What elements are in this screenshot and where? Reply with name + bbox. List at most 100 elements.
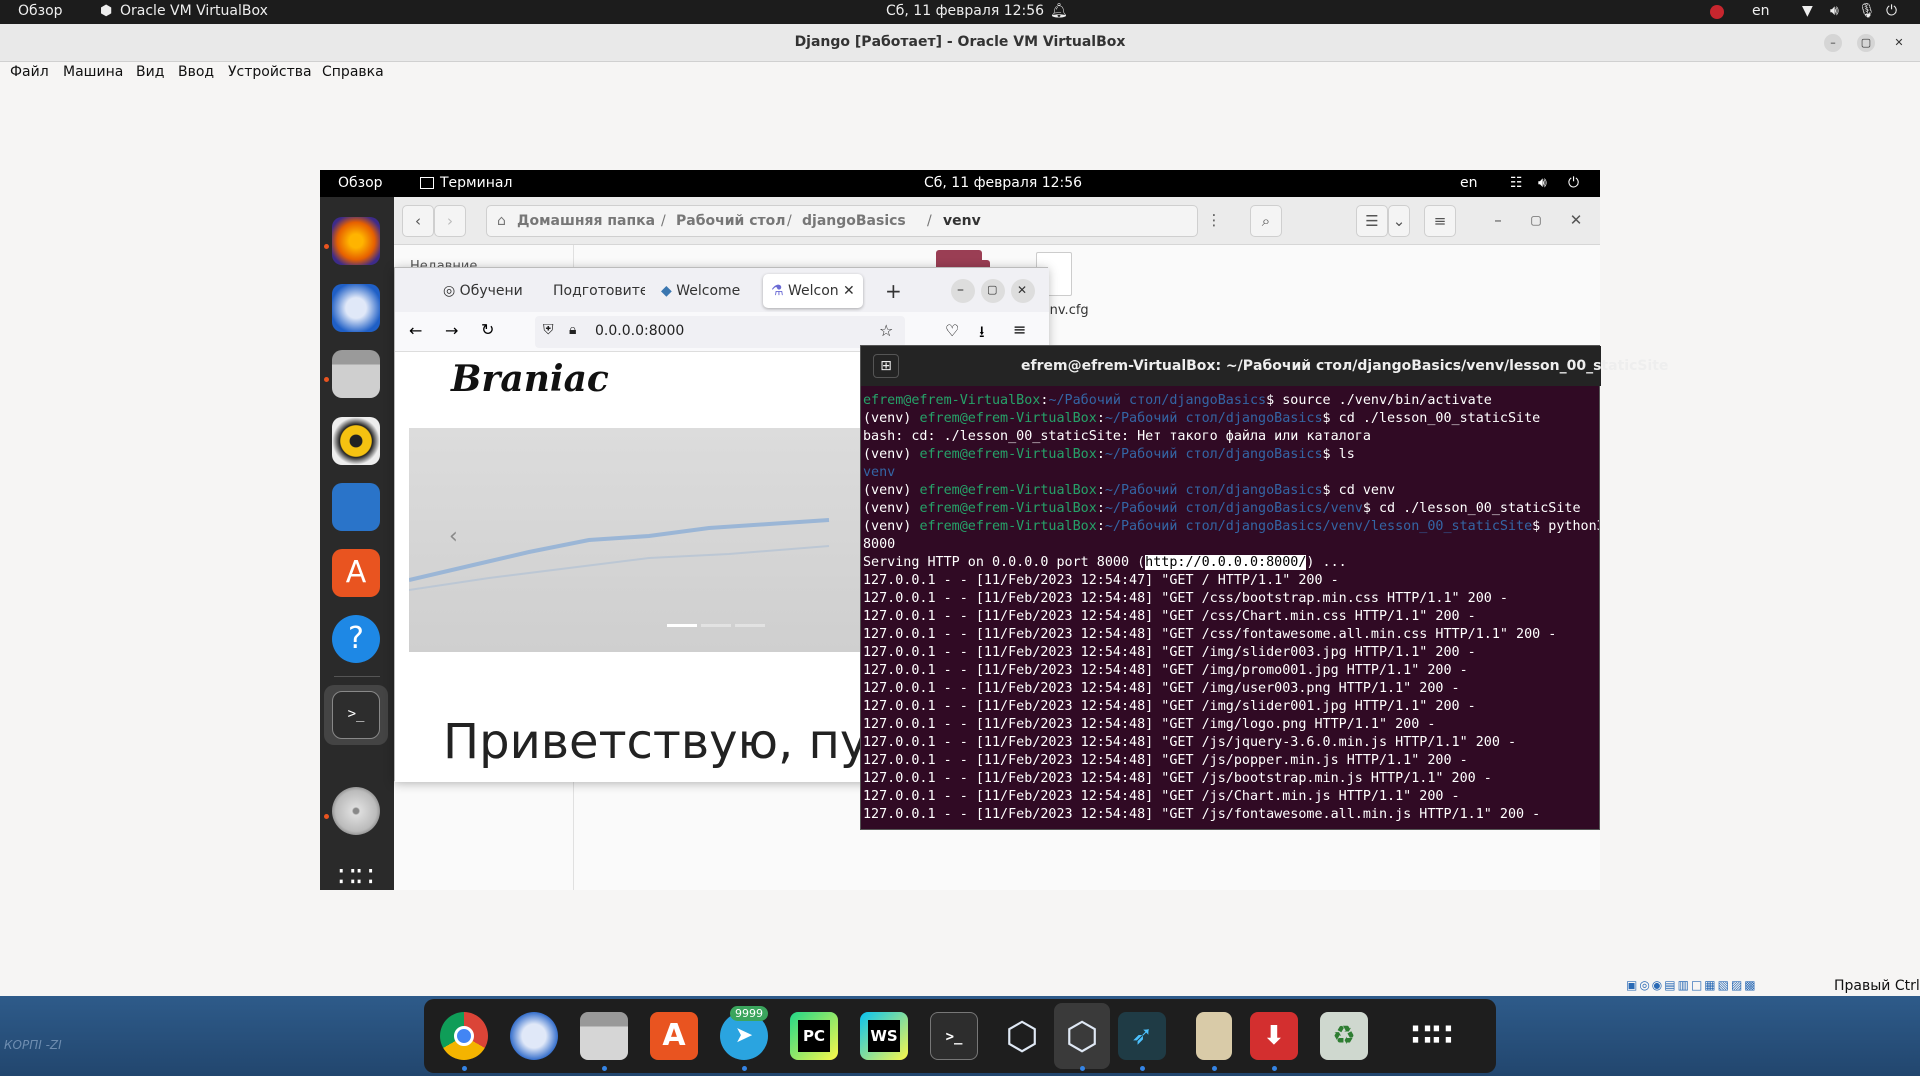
menu-input[interactable]: Ввод bbox=[178, 64, 214, 80]
install-icon[interactable]: ⬇ bbox=[1250, 1012, 1298, 1060]
tab-2[interactable]: Подготовите bbox=[545, 274, 645, 308]
vm-activities-button[interactable]: Обзор bbox=[338, 175, 383, 191]
vm-active-app[interactable]: Терминал bbox=[440, 175, 512, 191]
view-options-button[interactable]: ⌄ bbox=[1388, 205, 1410, 237]
software-icon[interactable]: A bbox=[650, 1012, 698, 1060]
path-menu-button[interactable]: ⋮ bbox=[1198, 205, 1230, 237]
terminal-segment: 127.0.0.1 - - [11/Feb/2023 12:54:48] "GE… bbox=[863, 699, 1476, 714]
shield-icon[interactable]: ⛨ bbox=[543, 322, 554, 338]
help-icon[interactable]: ? bbox=[332, 615, 380, 663]
terminal-line: efrem@efrem-VirtualBox:~/Рабочий стол/dj… bbox=[863, 392, 1599, 410]
terminal-segment: 127.0.0.1 - - [11/Feb/2023 12:54:48] "GE… bbox=[863, 807, 1541, 822]
clock[interactable]: Сб, 11 февраля 12:56 bbox=[886, 3, 1044, 19]
terminal-segment: (venv) bbox=[863, 411, 920, 426]
files-icon[interactable] bbox=[580, 1012, 628, 1060]
carousel-indicator[interactable] bbox=[735, 624, 765, 627]
vm-volume-icon[interactable]: 🔊︎ bbox=[1538, 175, 1547, 191]
tab-1[interactable]: ◎ Обучени bbox=[435, 274, 535, 308]
new-tab-button[interactable]: + bbox=[877, 274, 907, 308]
carousel-indicator[interactable] bbox=[701, 624, 731, 627]
activities-button[interactable]: Обзор bbox=[18, 3, 63, 19]
crumb-desktop[interactable]: Рабочий стол bbox=[676, 213, 786, 229]
webstorm-icon[interactable]: WS bbox=[860, 1012, 908, 1060]
virtualbox-icon[interactable]: ⬡ bbox=[998, 1012, 1046, 1060]
search-button[interactable]: ⌕ bbox=[1250, 205, 1282, 237]
pocket-icon[interactable]: ♡ bbox=[945, 321, 959, 340]
pycharm-icon[interactable]: PC bbox=[790, 1012, 838, 1060]
menu-button[interactable]: ≡ bbox=[1424, 205, 1456, 237]
tab-4-active[interactable]: ⚗︎ Welcon ✕ bbox=[763, 274, 863, 308]
maximize-button[interactable]: ▢ bbox=[1857, 34, 1875, 52]
writer-icon[interactable] bbox=[332, 483, 380, 531]
virtualbox-active-icon[interactable]: ⬡ bbox=[1058, 1012, 1106, 1060]
menu-file[interactable]: Файл bbox=[10, 64, 49, 80]
menu-help[interactable]: Справка bbox=[322, 64, 384, 80]
firefox-icon[interactable] bbox=[332, 217, 380, 265]
page-heading: Приветствую, пут bbox=[443, 714, 897, 770]
vm-keyboard-layout[interactable]: en bbox=[1460, 175, 1478, 191]
new-tab-icon[interactable]: ⊞ bbox=[873, 354, 899, 378]
archive-icon[interactable] bbox=[1196, 1012, 1232, 1060]
menu-devices[interactable]: Устройства bbox=[228, 64, 312, 80]
chrome-icon[interactable] bbox=[440, 1012, 488, 1060]
menu-view[interactable]: Вид bbox=[136, 64, 164, 80]
crumb-home[interactable]: Домашняя папка bbox=[517, 213, 655, 229]
ff-minimize-button[interactable]: – bbox=[951, 279, 975, 303]
active-app-label[interactable]: Oracle VM VirtualBox bbox=[120, 3, 268, 19]
mail-icon[interactable] bbox=[510, 1012, 558, 1060]
list-view-button[interactable]: ☰ bbox=[1356, 205, 1388, 237]
carousel-prev-icon[interactable]: ‹ bbox=[449, 524, 458, 549]
files-icon[interactable] bbox=[332, 350, 380, 398]
crumb-djangobasics[interactable]: djangoBasics bbox=[802, 213, 906, 229]
vm-power-icon[interactable]: ⏻ bbox=[1568, 175, 1579, 191]
wifi-icon[interactable]: ▼ bbox=[1802, 3, 1813, 19]
url-bar[interactable]: ⛨ 🔒︎ 0.0.0.0:8000 ☆ bbox=[535, 316, 905, 348]
menu-machine[interactable]: Машина bbox=[63, 64, 123, 80]
rhythmbox-icon[interactable] bbox=[332, 417, 380, 465]
ff-close-button[interactable]: ✕ bbox=[1011, 279, 1035, 303]
volume-icon[interactable]: 🔊︎ bbox=[1830, 3, 1839, 19]
site-logo[interactable]: Braniac bbox=[451, 358, 609, 400]
software-icon[interactable]: A bbox=[332, 549, 380, 597]
terminal-icon[interactable]: >_ bbox=[332, 691, 380, 739]
downloads-icon[interactable]: ⭳ bbox=[979, 321, 985, 348]
apps-grid-icon[interactable]: ∷∷ bbox=[1408, 1012, 1456, 1060]
terminal-segment: (venv) bbox=[863, 501, 920, 516]
terminal-icon[interactable]: >_ bbox=[930, 1012, 978, 1060]
bookmark-star-icon[interactable]: ☆ bbox=[879, 321, 893, 340]
dvd-icon[interactable] bbox=[332, 787, 380, 835]
url-text[interactable]: 0.0.0.0:8000 bbox=[595, 323, 684, 339]
mic-icon[interactable]: 🎙︎ bbox=[1858, 3, 1876, 19]
vm-clock[interactable]: Сб, 11 февраля 12:56 bbox=[924, 175, 1082, 191]
tab-close-icon[interactable]: ✕ bbox=[843, 274, 855, 308]
files-minimize-button[interactable]: – bbox=[1486, 205, 1510, 237]
terminal-line: (venv) efrem@efrem-VirtualBox:~/Рабочий … bbox=[863, 410, 1599, 428]
terminal-output[interactable]: efrem@efrem-VirtualBox:~/Рабочий стол/dj… bbox=[863, 392, 1599, 828]
tab-3[interactable]: ◆ Welcome bbox=[653, 274, 753, 308]
terminal-segment: $ source ./venv/bin/activate bbox=[1266, 393, 1492, 408]
files-maximize-button[interactable]: ▢ bbox=[1524, 205, 1548, 237]
crumb-venv[interactable]: venv bbox=[943, 213, 981, 229]
keyboard-layout[interactable]: en bbox=[1752, 3, 1770, 19]
power-icon[interactable]: ⏻ bbox=[1886, 3, 1897, 19]
close-button[interactable]: ✕ bbox=[1890, 34, 1908, 52]
ff-menu-icon[interactable]: ≡ bbox=[1013, 320, 1026, 339]
forward-button[interactable]: › bbox=[434, 205, 466, 237]
forward-arrow-icon[interactable]: → bbox=[445, 321, 458, 340]
vbox-status-icons[interactable]: ▣◎◉▤▥□▦▧▨▩ bbox=[1626, 978, 1758, 992]
ff-maximize-button[interactable]: ▢ bbox=[981, 279, 1005, 303]
carousel-indicator[interactable] bbox=[667, 624, 697, 627]
files-close-button[interactable]: ✕ bbox=[1564, 205, 1588, 237]
trash-icon[interactable]: ♻ bbox=[1320, 1012, 1368, 1060]
terminal-segment: 127.0.0.1 - - [11/Feb/2023 12:54:48] "GE… bbox=[863, 735, 1517, 750]
vscode-icon[interactable]: ➶ bbox=[1118, 1012, 1166, 1060]
minimize-button[interactable]: – bbox=[1824, 34, 1842, 52]
lock-icon[interactable]: 🔒︎ bbox=[569, 322, 576, 338]
thunderbird-icon[interactable] bbox=[332, 284, 380, 332]
vm-network-icon[interactable]: ☷ bbox=[1510, 175, 1523, 191]
back-button[interactable]: ‹ bbox=[402, 205, 434, 237]
reload-icon[interactable]: ↻ bbox=[481, 320, 494, 339]
chrome-tray-icon[interactable] bbox=[1710, 5, 1724, 19]
apps-grid-icon[interactable]: ∷∷ bbox=[332, 853, 380, 890]
back-arrow-icon[interactable]: ← bbox=[409, 321, 422, 340]
